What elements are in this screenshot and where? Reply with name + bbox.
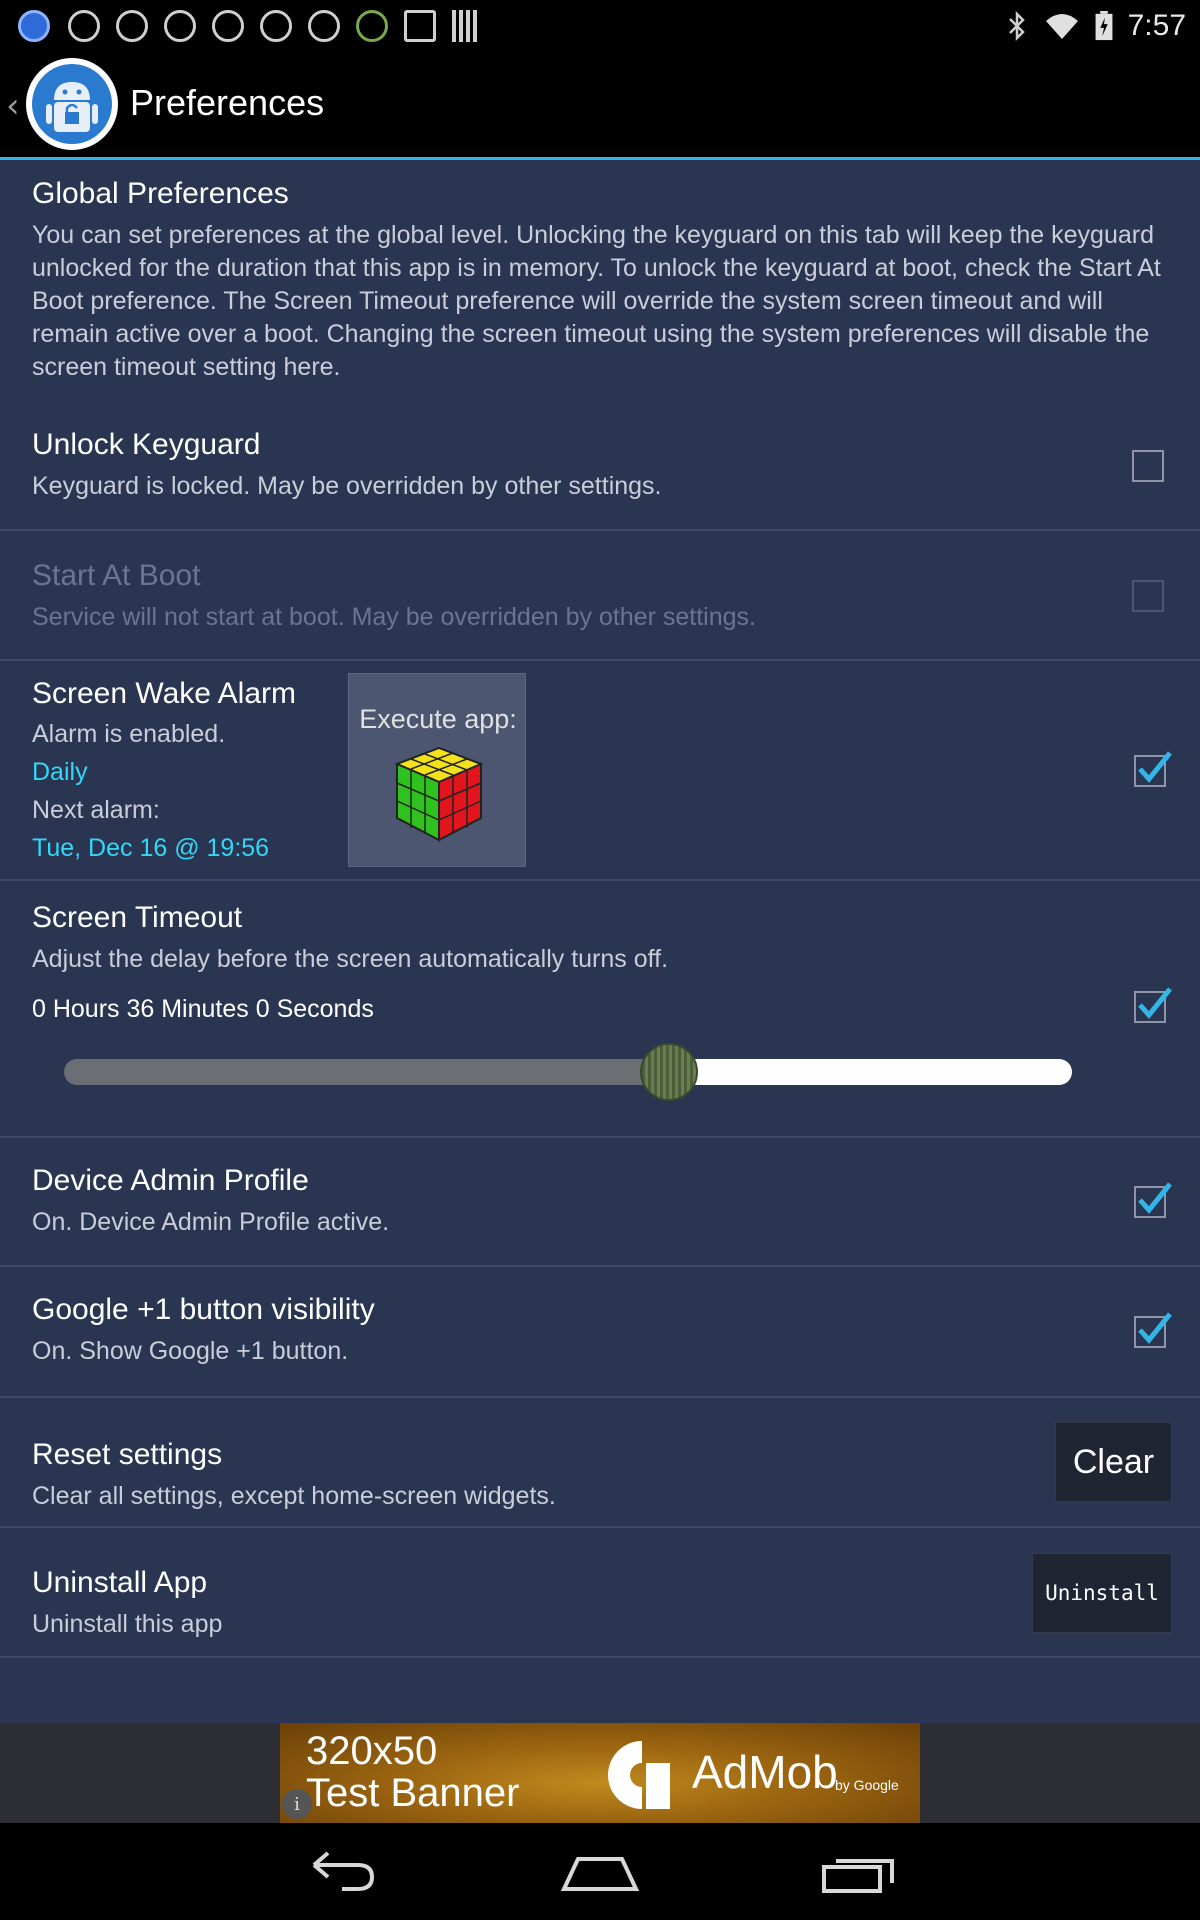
global-preferences-description: You can set preferences at the global le… [32,221,1161,381]
execute-app-button[interactable]: Execute app: [348,673,526,867]
screen-timeout-checkbox[interactable] [1134,985,1174,1025]
pref-title: Screen Timeout [32,901,243,934]
ad-test-text: Test Banner [306,1771,520,1815]
barcode-icon [452,10,480,42]
android-icon [356,10,388,42]
battery-icon [1095,11,1113,41]
execute-app-label: Execute app: [359,704,517,734]
pref-summary: Uninstall this app [32,1610,223,1638]
pref-device-admin-profile[interactable]: Device Admin Profile On. Device Admin Pr… [0,1138,1200,1267]
pref-unlock-keyguard[interactable]: Unlock Keyguard Keyguard is locked. May … [0,400,1200,531]
pref-summary: Service will not start at boot. May be o… [32,603,756,631]
ad-banner[interactable]: 320x50 Test Banner AdMob by Google i [280,1723,920,1823]
back-icon[interactable] [302,1845,382,1897]
pref-screen-timeout[interactable]: Screen Timeout Adjust the delay before t… [0,881,1200,1138]
bluetooth-icon [1008,11,1025,41]
pref-title: Screen Wake Alarm [32,677,296,710]
home-icon[interactable] [560,1845,640,1897]
wifi-icon [1045,14,1078,39]
status-bar: 7:57 [0,0,1200,50]
rubiks-cube-icon [394,746,484,842]
pref-google-plus-one[interactable]: Google +1 button visibility On. Show Goo… [0,1267,1200,1398]
windows-icon [404,10,436,42]
device-admin-checkbox[interactable] [1134,1180,1174,1220]
alarm-status: Alarm is enabled. [32,720,226,748]
clear-button[interactable]: Clear [1055,1422,1172,1502]
timeout-value: 0 Hours 36 Minutes 0 Seconds [32,995,374,1023]
info-icon[interactable]: i [282,1789,312,1819]
pref-summary: On. Show Google +1 button. [32,1337,349,1365]
target-icon [116,10,148,42]
pref-summary: Keyguard is locked. May be overridden by… [32,472,662,500]
screen-wake-alarm-checkbox[interactable] [1134,749,1174,789]
ad-size-text: 320x50 [306,1729,438,1773]
next-alarm-label: Next alarm: [32,796,160,824]
ad-brand-text: AdMob [692,1746,838,1798]
pref-start-at-boot: Start At Boot Service will not start at … [0,531,1200,661]
chevron-left-icon[interactable]: ‹ [6,86,20,126]
lock-icon [308,10,340,42]
slider-track-filled[interactable] [64,1059,669,1085]
pref-title: Uninstall App [32,1566,208,1599]
admob-logo-icon [608,1741,670,1809]
page-title: Preferences [130,82,325,123]
alarm-icon [260,10,292,42]
pref-title: Google +1 button visibility [32,1293,375,1326]
ad-by-text: by Google [835,1777,899,1793]
pref-title: Start At Boot [32,559,201,592]
pref-summary: Adjust the delay before the screen autom… [32,945,669,973]
pref-title: Device Admin Profile [32,1164,309,1197]
google-plus-one-checkbox[interactable] [1134,1310,1174,1350]
next-alarm-value: Tue, Dec 16 @ 19:56 [32,834,270,862]
crosshair-icon [212,10,244,42]
alarm-frequency: Daily [32,758,88,786]
android-lock-icon[interactable] [26,58,118,150]
list-icon [164,10,196,42]
global-preferences-title: Global Preferences [32,177,289,210]
uninstall-button[interactable]: Uninstall [1032,1553,1172,1633]
pref-summary: On. Device Admin Profile active. [32,1208,390,1236]
unlock-keyguard-checkbox[interactable] [1132,450,1164,482]
pref-title: Reset settings [32,1438,223,1471]
action-bar: ‹ Preferences [0,50,1200,160]
timeout-slider-thumb[interactable] [639,1043,698,1101]
navigation-bar [0,1823,1200,1920]
c-icon [68,10,100,42]
pref-reset-settings: Reset settings Clear all settings, excep… [0,1398,1200,1528]
bluetooth-icon [18,10,50,42]
pref-uninstall-app: Uninstall App Uninstall this app [0,1528,1200,1658]
slider-track-remaining[interactable] [664,1059,1072,1085]
clock: 7:57 [1127,9,1186,42]
recents-icon[interactable] [818,1845,898,1897]
pref-title: Unlock Keyguard [32,428,261,461]
global-preferences-section: Global Preferences You can set preferenc… [0,163,1200,400]
pref-screen-wake-alarm[interactable]: Screen Wake Alarm Alarm is enabled. Dail… [0,661,1200,881]
pref-summary: Clear all settings, except home-screen w… [32,1482,556,1510]
start-at-boot-checkbox [1132,580,1164,612]
